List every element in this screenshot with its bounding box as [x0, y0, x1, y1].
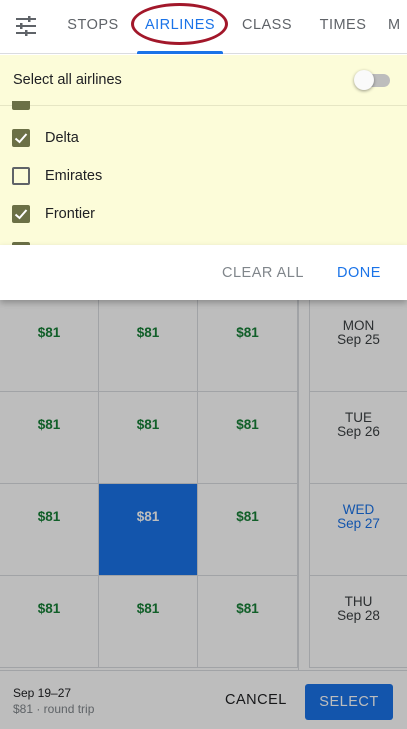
airline-panel-actions: CLEAR ALL DONE — [0, 245, 407, 300]
airline-row-delta[interactable]: Delta — [0, 120, 407, 158]
airline-filter-panel: Select all airlines Delta Emirates Front… — [0, 55, 407, 245]
tab-more[interactable]: M — [388, 0, 407, 54]
done-button[interactable]: DONE — [337, 265, 381, 281]
check-icon — [14, 133, 28, 144]
airline-label: Emirates — [45, 168, 103, 184]
delta-checkbox[interactable] — [12, 129, 30, 147]
tune-icon[interactable] — [13, 13, 39, 39]
tab-airlines[interactable]: AIRLINES — [137, 0, 223, 54]
airline-label: Delta — [45, 130, 79, 146]
toggle-thumb — [354, 70, 374, 90]
select-all-row[interactable]: Select all airlines — [0, 55, 407, 106]
active-tab-underline — [137, 51, 223, 54]
frontier-checkbox[interactable] — [12, 205, 30, 223]
clear-all-button[interactable]: CLEAR ALL — [222, 265, 304, 281]
select-all-label: Select all airlines — [13, 72, 122, 88]
tab-times[interactable]: TIMES — [314, 0, 372, 54]
emirates-checkbox[interactable] — [12, 167, 30, 185]
airline-label: Frontier — [45, 206, 95, 222]
tab-stops[interactable]: STOPS — [62, 0, 124, 54]
airline-row-emirates[interactable]: Emirates — [0, 158, 407, 196]
check-icon — [14, 209, 28, 220]
tab-class[interactable]: CLASS — [238, 0, 296, 54]
select-all-toggle[interactable] — [354, 70, 390, 90]
modal-scrim[interactable] — [0, 300, 407, 729]
partial-checkbox-above[interactable] — [12, 101, 30, 110]
filter-tab-bar: STOPS AIRLINES CLASS TIMES M — [0, 0, 407, 54]
airline-row-frontier[interactable]: Frontier — [0, 196, 407, 234]
